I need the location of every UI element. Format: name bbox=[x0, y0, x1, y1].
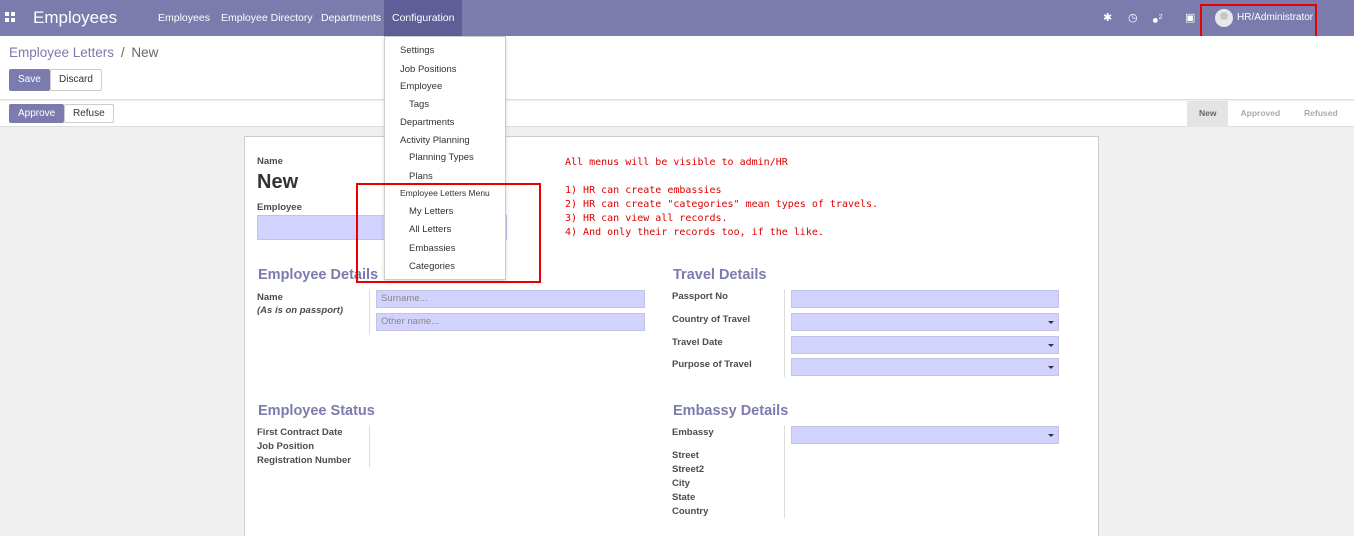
approve-button[interactable]: Approve bbox=[9, 104, 65, 123]
statusbar: Approve Refuse New Approved Refused bbox=[0, 101, 1354, 127]
dropdown-header-activity-planning: Activity Planning bbox=[400, 135, 470, 146]
country-label: Country bbox=[672, 506, 709, 517]
annotation-note-5: 4) And only their records too, if the li… bbox=[565, 227, 824, 238]
control-panel: Employee Letters / New Save Discard bbox=[0, 36, 1354, 100]
divider bbox=[784, 289, 785, 377]
employee-label: Employee bbox=[257, 202, 302, 213]
gift-icon[interactable]: ▣ bbox=[1185, 11, 1195, 25]
divider bbox=[369, 289, 370, 335]
chevron-down-icon bbox=[1048, 366, 1054, 369]
dropdown-tags[interactable]: Tags bbox=[409, 99, 429, 110]
annotation-note-1: All menus will be visible to admin/HR bbox=[565, 157, 788, 168]
purpose-of-travel-select[interactable] bbox=[791, 358, 1059, 376]
embassy-details-title: Embassy Details bbox=[673, 403, 789, 419]
status-steps: New Approved Refused bbox=[1187, 101, 1350, 127]
dropdown-settings[interactable]: Settings bbox=[400, 45, 434, 56]
country-of-travel-select[interactable] bbox=[791, 313, 1059, 331]
chevron-down-icon bbox=[1048, 434, 1054, 437]
discard-button[interactable]: Discard bbox=[50, 69, 102, 91]
annotation-note-3: 2) HR can create "categories" mean types… bbox=[565, 199, 879, 210]
apps-grid-icon[interactable] bbox=[5, 12, 15, 22]
passport-no-input[interactable] bbox=[791, 290, 1059, 308]
refuse-button[interactable]: Refuse bbox=[64, 104, 114, 123]
dropdown-planning-types[interactable]: Planning Types bbox=[409, 152, 474, 163]
status-step-refused[interactable]: Refused bbox=[1292, 101, 1350, 127]
save-button[interactable]: Save bbox=[9, 69, 50, 91]
divider bbox=[784, 425, 785, 518]
state-label: State bbox=[672, 492, 696, 503]
status-step-approved[interactable]: Approved bbox=[1228, 101, 1292, 127]
registration-number-label: Registration Number bbox=[257, 455, 351, 466]
status-step-new[interactable]: New bbox=[1187, 101, 1229, 127]
activity-clock-icon[interactable]: ◷ bbox=[1128, 11, 1138, 25]
travel-date-label: Travel Date bbox=[672, 337, 723, 348]
bug-icon[interactable]: ✱ bbox=[1103, 11, 1112, 25]
city-label: City bbox=[672, 478, 690, 489]
embassy-select[interactable] bbox=[791, 426, 1059, 444]
notification-count: 2 bbox=[1158, 14, 1163, 21]
breadcrumb-parent[interactable]: Employee Letters bbox=[9, 45, 114, 60]
record-title: New bbox=[257, 171, 299, 193]
top-navbar: Employees Employees Employee Directory D… bbox=[0, 0, 1354, 36]
name-label: Name bbox=[257, 156, 283, 167]
breadcrumb-separator: / bbox=[120, 45, 125, 60]
embassy-label: Embassy bbox=[672, 427, 714, 438]
breadcrumb-current: New bbox=[131, 45, 159, 60]
menu-configuration[interactable]: Configuration bbox=[384, 0, 463, 36]
travel-date-input[interactable] bbox=[791, 336, 1059, 354]
first-contract-date-label: First Contract Date bbox=[257, 427, 343, 438]
annotation-note-4: 3) HR can view all records. bbox=[565, 213, 728, 224]
employee-status-title: Employee Status bbox=[258, 403, 375, 419]
other-name-input[interactable]: Other name... bbox=[376, 313, 645, 331]
passport-no-label: Passport No bbox=[672, 291, 728, 302]
country-of-travel-label: Country of Travel bbox=[672, 314, 751, 325]
breadcrumb: Employee Letters / New bbox=[9, 45, 158, 60]
job-position-label: Job Position bbox=[257, 441, 314, 452]
street-label: Street bbox=[672, 450, 699, 461]
dropdown-header-employee: Employee bbox=[400, 81, 443, 92]
street2-label: Street2 bbox=[672, 464, 705, 475]
annotation-note-2: 1) HR can create embassies bbox=[565, 185, 722, 196]
chevron-down-icon bbox=[1048, 344, 1054, 347]
dropdown-job-positions[interactable]: Job Positions bbox=[400, 64, 457, 75]
name-field-label: Name bbox=[257, 292, 283, 303]
travel-details-title: Travel Details bbox=[673, 267, 767, 283]
menu-employees[interactable]: Employees bbox=[158, 0, 210, 36]
app-title: Employees bbox=[33, 8, 118, 27]
dropdown-plans[interactable]: Plans bbox=[409, 171, 433, 182]
chevron-down-icon bbox=[1048, 321, 1054, 324]
divider bbox=[369, 425, 370, 467]
name-hint: (As is on passport) bbox=[257, 305, 344, 316]
surname-input[interactable]: Surname... bbox=[376, 290, 645, 308]
purpose-of-travel-label: Purpose of Travel bbox=[672, 359, 752, 370]
menu-departments[interactable]: Departments bbox=[321, 0, 381, 36]
messaging-icon[interactable]: ●2 bbox=[1152, 11, 1163, 28]
menu-employee-directory[interactable]: Employee Directory bbox=[221, 0, 313, 36]
dropdown-departments[interactable]: Departments bbox=[400, 117, 454, 128]
annotation-highlight-menu bbox=[356, 183, 541, 283]
